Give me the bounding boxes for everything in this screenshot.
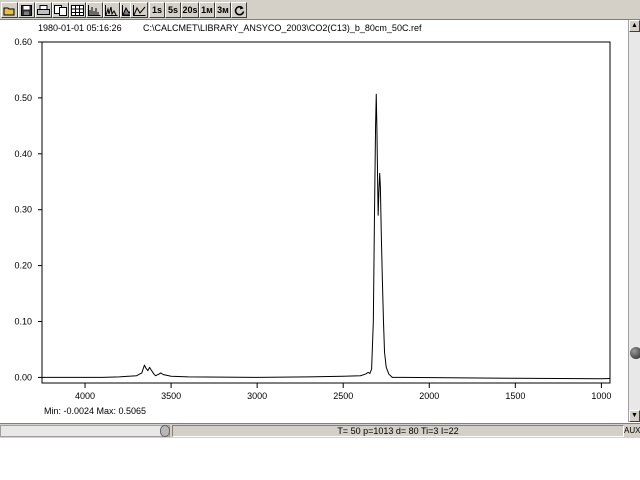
line-icon[interactable] (130, 2, 148, 18)
scroll-up-icon[interactable]: ▲ (629, 20, 640, 32)
spectrum-peaks-icon[interactable] (103, 2, 120, 18)
horizontal-scrollbar[interactable] (0, 425, 170, 437)
scroll-down-icon[interactable]: ▼ (629, 410, 640, 422)
interval-1m-button[interactable]: 1м (199, 2, 215, 18)
min-max-readout: Min: -0.0024 Max: 0.5065 (44, 406, 147, 416)
spectrum-bars-icon[interactable] (86, 2, 103, 18)
grid-icon[interactable] (69, 2, 86, 18)
y-tick-label: 0.50 (14, 93, 32, 103)
plot-frame (41, 41, 611, 384)
timestamp: 1980-01-01 05:16:26 (38, 23, 122, 33)
x-tick-label: 2000 (419, 391, 439, 401)
save-icon[interactable] (18, 2, 35, 18)
slider-knob[interactable] (630, 347, 640, 359)
x-tick-label: 3000 (247, 391, 267, 401)
spectrum-window: 1s 5s 20s 1м 3м 1980-01-01 05:16:26 C:\C… (0, 0, 640, 438)
bottom-bar: T= 50 p=1013 d= 80 Ti=3 I=22 AUX (0, 423, 640, 438)
toolbar: 1s 5s 20s 1м 3м (0, 0, 640, 20)
y-tick-label: 0.60 (14, 37, 32, 47)
y-axis: 0.00 0.10 0.20 0.30 0.40 0.50 0.60 (14, 37, 42, 382)
spectrum-chart: 0.00 0.10 0.20 0.30 0.40 0.50 0.60 4000 3500 300… (14, 37, 611, 401)
refresh-icon[interactable] (231, 2, 247, 18)
file-path: C:\CALCMET\LIBRARY_ANSYCO_2003\CO2(C13)_… (143, 23, 422, 33)
y-tick-label: 0.20 (14, 261, 32, 271)
x-axis: 4000 3500 3000 2500 2000 1500 1000 (75, 383, 611, 401)
interval-5s-button[interactable]: 5s (165, 2, 181, 18)
y-tick-label: 0.00 (14, 372, 32, 382)
x-tick-label: 4000 (75, 391, 95, 401)
vertical-scrollbar[interactable]: ▲ ▼ (628, 20, 640, 422)
interval-20s-button[interactable]: 20s (181, 2, 199, 18)
x-tick-label: 1500 (505, 391, 525, 401)
y-tick-label: 0.40 (14, 149, 32, 159)
interval-1s-button[interactable]: 1s (149, 2, 165, 18)
y-tick-label: 0.30 (14, 205, 32, 215)
status-bar: T= 50 p=1013 d= 80 Ti=3 I=22 (172, 425, 624, 437)
interval-3m-button[interactable]: 3м (215, 2, 231, 18)
horizontal-scroll-thumb[interactable] (160, 425, 170, 437)
aux-indicator: AUX (624, 426, 640, 435)
x-tick-label: 3500 (161, 391, 181, 401)
copy-icon[interactable] (52, 2, 69, 18)
x-tick-label: 2500 (333, 391, 353, 401)
open-icon[interactable] (1, 2, 18, 18)
header: 1980-01-01 05:16:26 C:\CALCMET\LIBRARY_A… (0, 22, 640, 36)
y-tick-label: 0.10 (14, 317, 32, 327)
x-tick-label: 1000 (591, 391, 611, 401)
print-icon[interactable] (35, 2, 52, 18)
